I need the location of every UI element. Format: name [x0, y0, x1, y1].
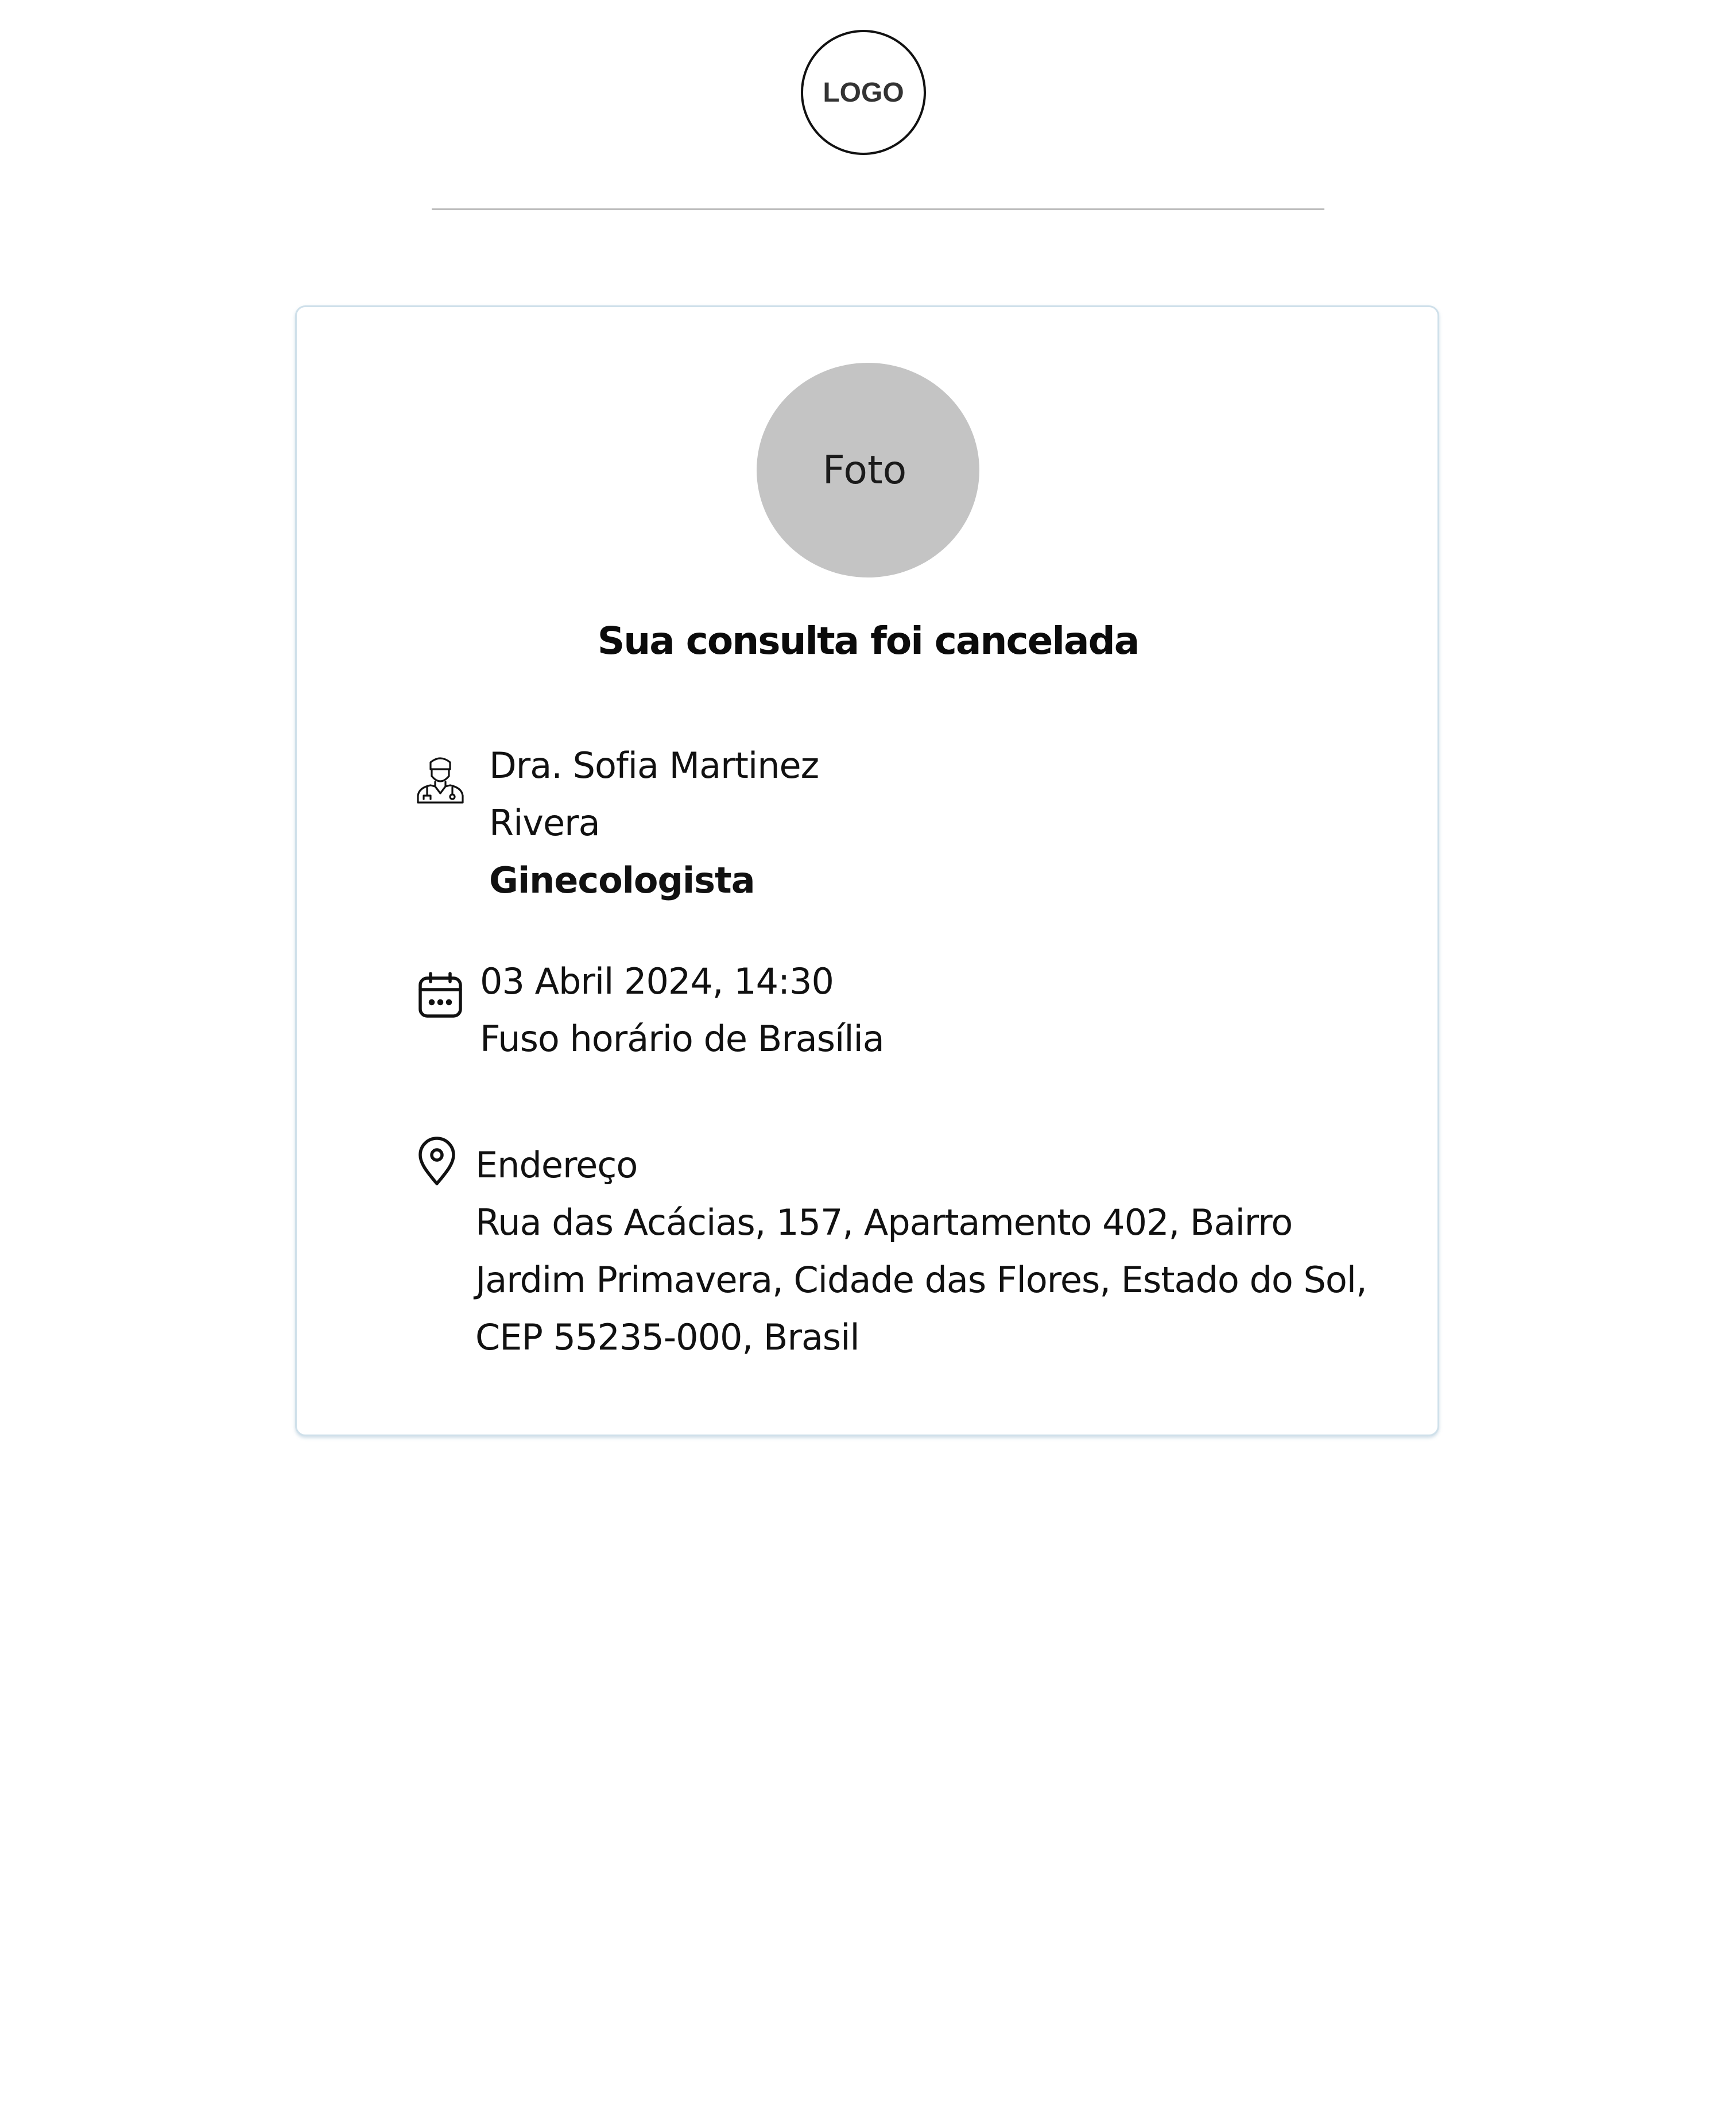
- header-divider: [432, 208, 1324, 210]
- appointment-timezone: Fuso horário de Brasília: [480, 1018, 885, 1060]
- page-title: Sua consulta foi cancelada: [597, 619, 1140, 663]
- logo: LOGO: [801, 30, 926, 155]
- doctor-photo-placeholder: Foto: [757, 363, 979, 577]
- appointment-datetime: 03 Abril 2024, 14:30: [480, 960, 834, 1002]
- address-label: Endereço: [475, 1144, 638, 1186]
- address-line2: Jardim Primavera, Cidade das Flores, Est…: [475, 1259, 1367, 1301]
- doctor-specialty: Ginecologista: [489, 859, 755, 901]
- address-line1: Rua das Acácias, 157, Apartamento 402, B…: [475, 1201, 1293, 1243]
- address-line3: CEP 55235-000, Brasil: [475, 1316, 860, 1358]
- doctor-icon: [416, 753, 465, 804]
- doctor-name-line1: Dra. Sofia Martinez: [489, 745, 819, 786]
- location-pin-icon: [418, 1137, 456, 1186]
- doctor-name-line2: Rivera: [489, 802, 600, 844]
- photo-label: Foto: [822, 447, 907, 493]
- calendar-icon: [418, 971, 463, 1018]
